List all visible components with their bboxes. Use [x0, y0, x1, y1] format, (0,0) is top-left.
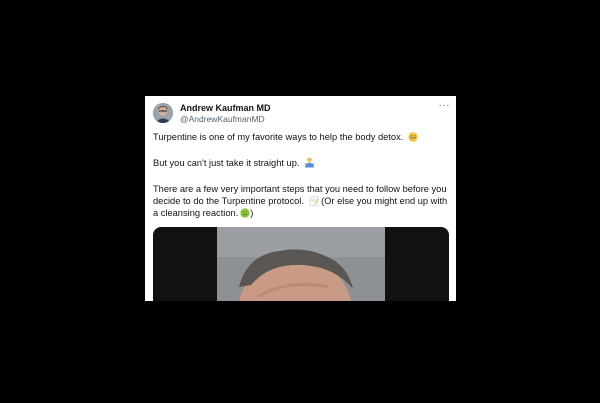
- person-shrugging-emoji-icon: [304, 158, 315, 168]
- author-name[interactable]: Andrew Kaufman MD: [180, 103, 271, 113]
- avatar-photo-icon: [153, 103, 173, 123]
- paragraph-2-text: But you can't just take it straight up.: [153, 158, 300, 168]
- tweet-paragraph-2: But you can't just take it straight up.: [153, 157, 451, 169]
- more-options-icon[interactable]: ···: [439, 100, 451, 111]
- video-thumbnail[interactable]: [217, 227, 385, 301]
- author-handle[interactable]: @AndrewKaufmanMD: [180, 114, 265, 124]
- nauseated-face-emoji-icon: [240, 208, 250, 218]
- tweet-paragraph-3: There are a few very important steps tha…: [153, 183, 451, 219]
- tweet-paragraph-1: Turpentine is one of my favorite ways to…: [153, 131, 451, 143]
- tweet-video[interactable]: [153, 227, 449, 301]
- video-thumbnail-icon: [217, 227, 385, 301]
- tweet-card[interactable]: Andrew Kaufman MD @AndrewKaufmanMD ··· T…: [145, 96, 456, 301]
- paragraph-3-text-c: ): [250, 208, 254, 218]
- memo-emoji-icon: [309, 196, 319, 206]
- paragraph-1-text: Turpentine is one of my favorite ways to…: [153, 132, 404, 142]
- avatar[interactable]: [153, 103, 173, 123]
- grinning-face-emoji-icon: [408, 132, 418, 142]
